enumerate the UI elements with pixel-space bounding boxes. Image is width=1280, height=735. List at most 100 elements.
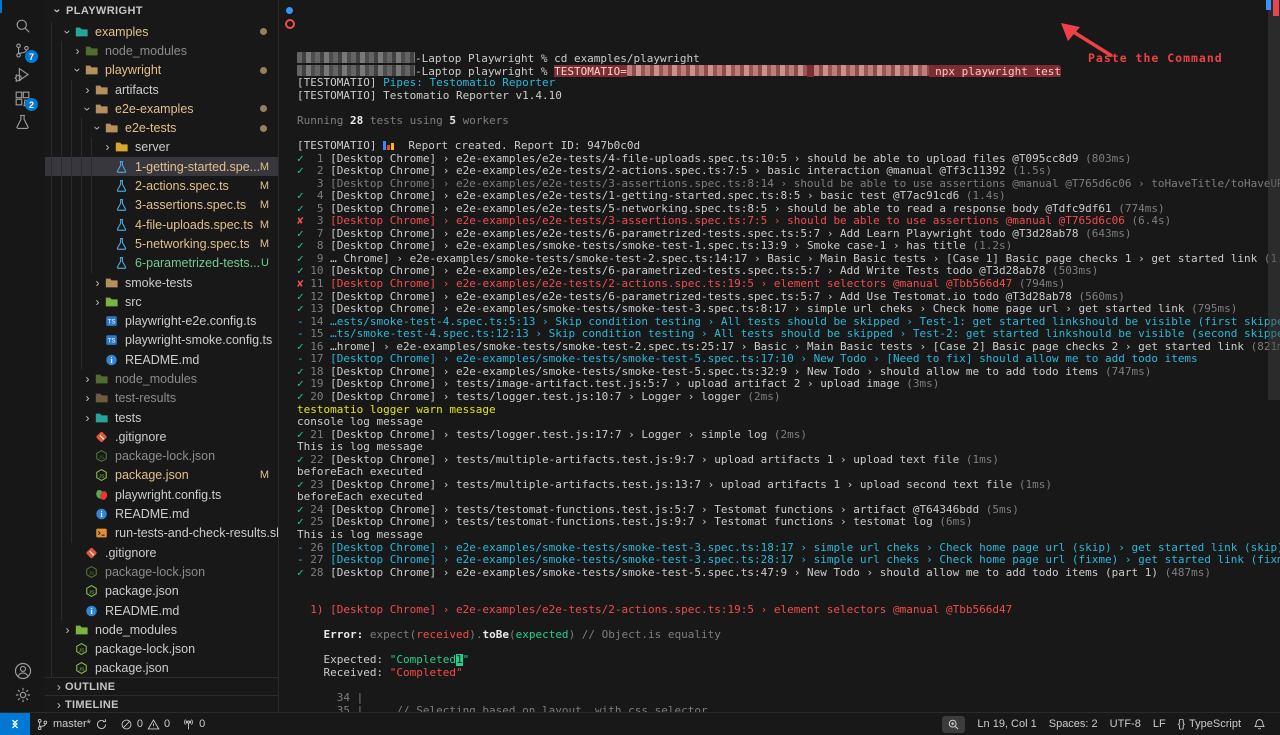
tree-item-e2e-tests[interactable]: ›e2e-tests (45, 118, 278, 137)
tree-item-run-tests-and-check-results-sh[interactable]: run-tests-and-check-results.sh (45, 524, 278, 543)
terminal-line: - 17 [Desktop Chrome] › e2e-examples/smo… (297, 353, 1280, 366)
tree-item-readme-md[interactable]: iREADME.md (45, 350, 278, 369)
ports-item[interactable]: 0 (176, 713, 211, 735)
extensions-icon[interactable]: 2 (0, 86, 45, 110)
tree-item-label: 6-parametrized-tests.... (135, 256, 261, 270)
tree-item-playwright-config-ts[interactable]: playwright.config.ts (45, 485, 278, 504)
chevron-collapsed-icon[interactable]: › (81, 373, 94, 385)
zoom-indicator[interactable] (942, 716, 965, 733)
terminal-line (297, 127, 1280, 140)
eol-sequence[interactable]: LF (1147, 713, 1172, 735)
tree-item-smoke-tests[interactable]: ›smoke-tests (45, 273, 278, 292)
source-control-icon[interactable]: 7 (0, 38, 45, 62)
tree-item--gitignore[interactable]: .gitignore (45, 543, 278, 562)
remote-indicator[interactable] (0, 713, 30, 735)
shell-icon (94, 526, 110, 540)
tree-item-playwright-smoke-config-ts[interactable]: TSplaywright-smoke.config.ts (45, 331, 278, 350)
folder-teal-icon (94, 411, 110, 425)
terminal-line: - 14 …ests/smoke-test-4.spec.ts:5:13 › S… (297, 316, 1280, 329)
tree-item-3-assertions-spec-ts[interactable]: 3-assertions.spec.tsM (45, 196, 278, 215)
activity-bar: 7 2 (0, 0, 46, 713)
redacted-text (814, 65, 929, 76)
tree-item-package-lock-json[interactable]: JSpackage-lock.json (45, 447, 278, 466)
chevron-collapsed-icon[interactable]: › (61, 624, 74, 636)
tree-item-label: test-results (115, 391, 176, 405)
tree-item-tests[interactable]: ›tests (45, 408, 278, 427)
tree-item-package-json[interactable]: JSpackage.json (45, 659, 278, 678)
terminal-line: Error: expect(received).toBe(expected) /… (297, 629, 1280, 642)
svg-text:TS: TS (108, 338, 116, 345)
problems-item[interactable]: 0 0 (114, 713, 176, 735)
tree-item-artifacts[interactable]: ›artifacts (45, 80, 278, 99)
chevron-collapsed-icon[interactable]: › (81, 412, 94, 424)
search-icon[interactable] (0, 14, 45, 38)
command-decoration-success-icon[interactable] (286, 7, 293, 14)
timeline-section[interactable]: › TIMELINE (45, 695, 278, 713)
tree-item--gitignore[interactable]: .gitignore (45, 427, 278, 446)
tree-item-playwright-e2e-config-ts[interactable]: TSplaywright-e2e.config.ts (45, 311, 278, 330)
tree-item-4-file-uploads-spec-ts[interactable]: 4-file-uploads.spec.tsM (45, 215, 278, 234)
terminal-line: This is log message (297, 529, 1280, 542)
tree-item-readme-md[interactable]: iREADME.md (45, 504, 278, 523)
tree-item-node-modules[interactable]: › node_modules (45, 41, 278, 60)
chevron-collapsed-icon[interactable]: › (91, 296, 104, 308)
warning-count: 0 (164, 718, 170, 730)
chevron-expanded-icon[interactable]: › (72, 64, 84, 77)
tree-item-examples[interactable]: ›examples (45, 22, 278, 41)
terminal-scrollbar[interactable] (1268, 0, 1280, 400)
chevron-collapsed-icon[interactable]: › (91, 277, 104, 289)
tree-item-label: .gitignore (105, 546, 156, 560)
chevron-expanded-icon[interactable]: › (62, 25, 74, 38)
settings-gear-icon[interactable] (0, 683, 45, 707)
chevron-collapsed-icon[interactable]: › (81, 392, 94, 404)
terminal-line: - 26 [Desktop Chrome] › e2e-examples/smo… (297, 542, 1280, 555)
workspace-title: PLAYWRIGHT (66, 5, 143, 17)
tree-item-package-lock-json[interactable]: JSpackage-lock.json (45, 562, 278, 581)
terminal-line: beforeEach executed (297, 491, 1280, 504)
git-branch-item[interactable]: master* (30, 713, 114, 735)
notifications-bell-icon[interactable] (1247, 713, 1272, 735)
chevron-collapsed-icon[interactable]: › (101, 141, 114, 153)
encoding[interactable]: UTF-8 (1104, 713, 1147, 735)
explorer-section-header[interactable]: › PLAYWRIGHT (45, 0, 278, 22)
tree-item-label: server (135, 140, 170, 154)
terminal-panel[interactable]: -Laptop Playwright % cd examples/playwri… (278, 0, 1280, 713)
file-tree: ›examples›node_modules›playwright›artifa… (45, 22, 278, 678)
tree-item-2-actions-spec-ts[interactable]: 2-actions.spec.tsM (45, 176, 278, 195)
folder-icon (84, 63, 100, 77)
tree-item-playwright[interactable]: ›playwright (45, 61, 278, 80)
tree-item-label: package.json (95, 661, 169, 675)
chevron-expanded-icon[interactable]: › (92, 122, 104, 135)
tree-item-server[interactable]: › server (45, 138, 278, 157)
modified-dot-icon (260, 125, 267, 132)
chevron-collapsed-icon[interactable]: › (81, 84, 94, 96)
language-mode[interactable]: {}TypeScript (1172, 713, 1247, 735)
run-debug-icon[interactable] (0, 62, 45, 86)
tree-item-5-networking-spec-ts[interactable]: 5-networking.spec.tsM (45, 234, 278, 253)
tree-item-test-results[interactable]: › test-results (45, 389, 278, 408)
tree-item-src[interactable]: ›src (45, 292, 278, 311)
tree-item-node-modules[interactable]: › node_modules (45, 620, 278, 639)
tree-item-node-modules[interactable]: ›node_modules (45, 369, 278, 388)
git-status-badge: M (260, 469, 269, 481)
tree-item-readme-md[interactable]: iREADME.md (45, 601, 278, 620)
tree-item-label: node_modules (95, 623, 177, 637)
chevron-collapsed-icon[interactable]: › (71, 45, 84, 57)
tree-item-6-parametrized-tests-[interactable]: 6-parametrized-tests....U (45, 254, 278, 273)
command-decoration-error-icon[interactable] (285, 19, 295, 29)
tree-item-label: playwright.config.ts (115, 488, 221, 502)
terminal-line: ✓ 28 [Desktop Chrome] › e2e-examples/smo… (297, 567, 1280, 580)
testing-icon[interactable] (0, 110, 45, 134)
indentation[interactable]: Spaces: 2 (1043, 713, 1104, 735)
redacted-text (627, 65, 807, 76)
tree-item-e2e-examples[interactable]: ›e2e-examples (45, 99, 278, 118)
tree-item-package-json[interactable]: JSpackage.json (45, 582, 278, 601)
tree-item-package-json[interactable]: JSpackage.jsonM (45, 466, 278, 485)
account-icon[interactable] (0, 659, 45, 683)
outline-section[interactable]: › OUTLINE (45, 677, 278, 695)
tree-item-package-lock-json[interactable]: JSpackage-lock.json (45, 640, 278, 659)
tree-item-1-getting-started-spe-[interactable]: 1-getting-started.spe...M (45, 157, 278, 176)
cursor-position[interactable]: Ln 19, Col 1 (971, 713, 1042, 735)
tree-item-label: node_modules (105, 44, 187, 58)
chevron-expanded-icon[interactable]: › (82, 102, 94, 115)
